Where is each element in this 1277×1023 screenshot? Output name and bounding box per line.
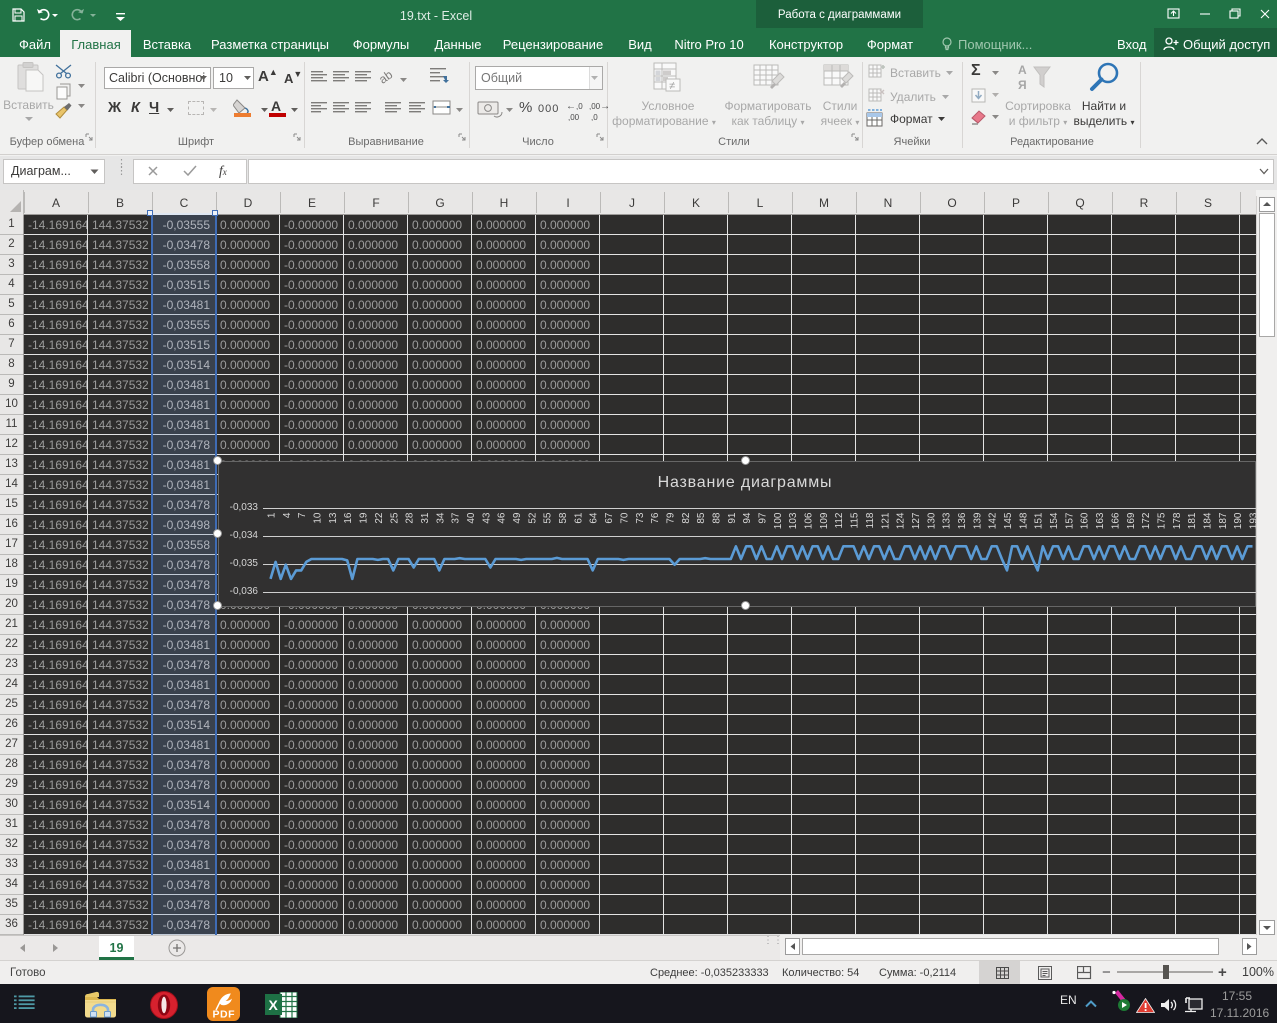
svg-text:190: 190 xyxy=(1233,512,1244,529)
svg-text:112: 112 xyxy=(834,512,845,528)
svg-text:175: 175 xyxy=(1156,512,1167,529)
svg-text:58: 58 xyxy=(558,512,569,524)
svg-text:184: 184 xyxy=(1203,512,1214,529)
svg-text:PDF: PDF xyxy=(213,1009,236,1021)
svg-text:1: 1 xyxy=(267,512,278,518)
svg-text:10: 10 xyxy=(313,512,324,524)
svg-text:73: 73 xyxy=(635,512,646,524)
svg-text:≠: ≠ xyxy=(669,80,675,92)
svg-text:46: 46 xyxy=(497,512,508,524)
svg-text:193: 193 xyxy=(1249,512,1257,529)
svg-text:22: 22 xyxy=(374,512,385,524)
svg-text:115: 115 xyxy=(850,512,861,528)
svg-text:7: 7 xyxy=(297,512,308,518)
svg-text:Я: Я xyxy=(1018,78,1027,92)
svg-text:187: 187 xyxy=(1218,512,1229,529)
svg-text:16: 16 xyxy=(343,512,354,524)
svg-text:X: X xyxy=(269,997,279,1013)
svg-text:154: 154 xyxy=(1049,512,1060,529)
svg-text:70: 70 xyxy=(619,512,630,524)
svg-text:31: 31 xyxy=(420,512,431,524)
svg-text:172: 172 xyxy=(1141,512,1152,529)
svg-text:145: 145 xyxy=(1003,512,1014,529)
svg-text:139: 139 xyxy=(972,512,983,529)
svg-text:103: 103 xyxy=(788,512,799,529)
svg-text:133: 133 xyxy=(942,512,953,529)
svg-text:37: 37 xyxy=(451,512,462,524)
svg-text:А: А xyxy=(1018,63,1027,77)
svg-text:91: 91 xyxy=(727,512,738,524)
svg-text:52: 52 xyxy=(527,512,538,524)
svg-text:76: 76 xyxy=(650,512,661,524)
svg-text:97: 97 xyxy=(758,512,769,524)
svg-text:142: 142 xyxy=(988,512,999,529)
svg-text:166: 166 xyxy=(1110,512,1121,529)
svg-text:61: 61 xyxy=(573,512,584,524)
svg-text:40: 40 xyxy=(466,512,477,524)
svg-text:130: 130 xyxy=(926,512,937,529)
svg-text:136: 136 xyxy=(957,512,968,529)
svg-text:64: 64 xyxy=(589,512,600,524)
svg-text:88: 88 xyxy=(712,512,723,524)
svg-text:124: 124 xyxy=(896,512,907,529)
svg-text:34: 34 xyxy=(435,512,446,524)
svg-text:169: 169 xyxy=(1126,512,1137,529)
svg-text:4: 4 xyxy=(282,512,293,518)
svg-text:109: 109 xyxy=(819,512,830,529)
svg-text:19: 19 xyxy=(359,512,370,524)
svg-text:55: 55 xyxy=(543,512,554,524)
svg-text:178: 178 xyxy=(1172,512,1183,529)
svg-text:85: 85 xyxy=(696,512,707,524)
svg-text:151: 151 xyxy=(1034,512,1045,529)
svg-text:157: 157 xyxy=(1064,512,1075,529)
svg-text:79: 79 xyxy=(665,512,676,524)
svg-text:49: 49 xyxy=(512,512,523,524)
svg-text:148: 148 xyxy=(1018,512,1029,529)
svg-text:121: 121 xyxy=(880,512,891,529)
svg-text:43: 43 xyxy=(481,512,492,524)
svg-text:163: 163 xyxy=(1095,512,1106,529)
svg-text:118: 118 xyxy=(865,512,876,528)
svg-text:127: 127 xyxy=(911,512,922,529)
svg-text:82: 82 xyxy=(681,512,692,524)
svg-text:94: 94 xyxy=(742,512,753,524)
svg-text:100: 100 xyxy=(773,512,784,529)
svg-text:13: 13 xyxy=(328,512,339,524)
svg-text:28: 28 xyxy=(405,512,416,524)
svg-text:67: 67 xyxy=(604,512,615,524)
svg-text:25: 25 xyxy=(389,512,400,524)
svg-text:106: 106 xyxy=(804,512,815,529)
svg-text:160: 160 xyxy=(1080,512,1091,529)
svg-text:181: 181 xyxy=(1187,512,1198,529)
